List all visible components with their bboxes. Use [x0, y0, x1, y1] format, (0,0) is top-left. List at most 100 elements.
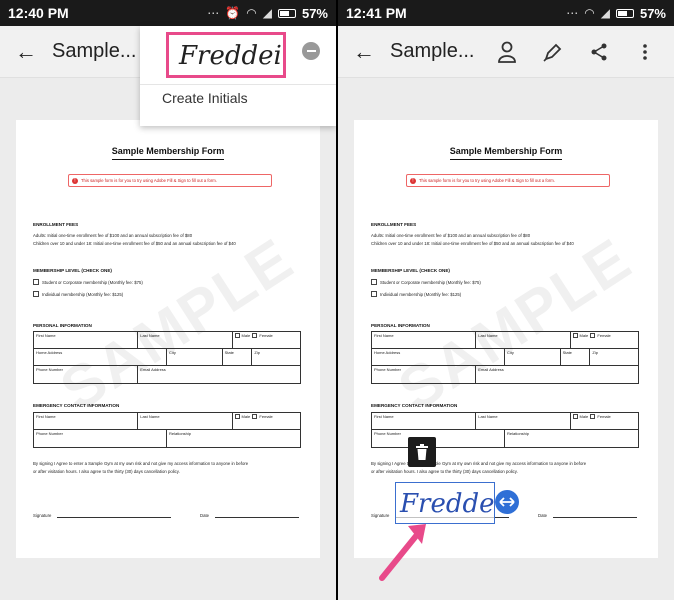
last-name-field[interactable]: Last Name — [138, 332, 233, 348]
signature-label: Signature — [33, 513, 52, 518]
document-title: Sample... — [390, 40, 475, 62]
emergency-first-name-field[interactable]: First Name — [372, 413, 477, 429]
personal-info-table: First Name Last Name Male Female Home Ad… — [371, 331, 639, 384]
date-line[interactable] — [553, 510, 638, 518]
male-checkbox[interactable] — [234, 333, 240, 339]
female-checkbox[interactable] — [590, 414, 596, 420]
cell-signal-icon: ◢ — [262, 6, 272, 20]
home-address-field[interactable]: Home Address — [372, 349, 505, 365]
email-field[interactable]: Email Address — [476, 366, 638, 383]
membership-option[interactable]: Individual membership (Monthly fee: $125… — [33, 291, 123, 297]
personal-heading: PERSONAL INFORMATION — [371, 323, 430, 328]
trash-icon — [416, 444, 428, 460]
share-icon[interactable] — [576, 26, 622, 78]
emergency-last-name-field[interactable]: Last Name — [476, 413, 571, 429]
form-title: Sample Membership Form — [449, 146, 563, 160]
emergency-phone-field[interactable]: Phone Number — [34, 430, 167, 447]
wifi-icon: ◠ — [584, 6, 595, 20]
signal-icon: ⋯ — [566, 6, 579, 20]
battery-percent: 57% — [639, 5, 666, 21]
membership-option[interactable]: Individual membership (Monthly fee: $125… — [371, 291, 461, 297]
female-checkbox[interactable] — [252, 414, 258, 420]
membership-heading: MEMBERSHIP LEVEL (CHECK ONE) — [371, 268, 450, 273]
person-icon[interactable] — [484, 26, 530, 78]
emergency-phone-field[interactable]: Phone Number — [372, 430, 505, 447]
emergency-heading: EMERGENCY CONTACT INFORMATION — [33, 403, 120, 408]
membership-option[interactable]: Student or Corporate membership (Monthly… — [371, 279, 481, 285]
battery-icon — [277, 8, 296, 18]
date-row: Date — [200, 510, 300, 518]
checkbox[interactable] — [33, 291, 39, 297]
male-checkbox[interactable] — [234, 414, 240, 420]
wifi-icon: ◠ — [246, 6, 257, 20]
female-checkbox[interactable] — [252, 333, 258, 339]
home-address-field[interactable]: Home Address — [34, 349, 167, 365]
enrollment-line: Adults: Initial one-time enrollment fee … — [371, 233, 531, 238]
date-line[interactable] — [215, 510, 300, 518]
resize-handle-icon[interactable] — [495, 490, 519, 514]
state-field[interactable]: State — [223, 349, 253, 365]
relationship-field[interactable]: Relationship — [505, 430, 638, 447]
personal-info-table: First Name Last Name Male Female Home Ad… — [33, 331, 301, 384]
back-arrow-icon[interactable]: ← — [338, 39, 390, 65]
document-title: Sample... — [52, 40, 137, 62]
city-field[interactable]: City — [167, 349, 223, 365]
agreement-line: By signing I Agree to enter a Sample Gym… — [33, 461, 249, 466]
state-field[interactable]: State — [561, 349, 591, 365]
enrollment-heading: ENROLLMENT FEES — [33, 222, 79, 227]
delete-signature-button[interactable] — [408, 437, 436, 467]
date-row: Date — [538, 510, 638, 518]
signature-popup-menu: Freddei Create Initials — [140, 26, 336, 126]
zip-field[interactable]: Zip — [590, 349, 638, 365]
male-checkbox[interactable] — [572, 414, 578, 420]
phone-field[interactable]: Phone Number — [372, 366, 477, 383]
first-name-field[interactable]: First Name — [372, 332, 477, 348]
phone-field[interactable]: Phone Number — [34, 366, 139, 383]
app-bar: ← Sample... — [338, 26, 674, 78]
remove-signature-icon[interactable] — [302, 42, 320, 60]
pen-icon[interactable] — [530, 26, 576, 78]
female-checkbox[interactable] — [590, 333, 596, 339]
enrollment-heading: ENROLLMENT FEES — [371, 222, 417, 227]
svg-text:Freddei: Freddei — [178, 41, 282, 71]
form-title: Sample Membership Form — [111, 146, 225, 160]
membership-option[interactable]: Student or Corporate membership (Monthly… — [33, 279, 143, 285]
membership-heading: MEMBERSHIP LEVEL (CHECK ONE) — [33, 268, 112, 273]
signal-icon: ⋯ — [207, 6, 220, 20]
zip-field[interactable]: Zip — [252, 349, 300, 365]
emergency-last-name-field[interactable]: Last Name — [138, 413, 233, 429]
personal-heading: PERSONAL INFORMATION — [33, 323, 92, 328]
first-name-field[interactable]: First Name — [34, 332, 139, 348]
city-field[interactable]: City — [505, 349, 561, 365]
saved-signature[interactable]: Freddei — [166, 32, 286, 78]
male-checkbox[interactable] — [572, 333, 578, 339]
date-label: Date — [200, 513, 210, 518]
status-bar: 12:41 PM ⋯ ◠ ◢ 57% — [338, 0, 674, 26]
agreement-line: or after visitation hours. I also agree … — [371, 469, 518, 474]
last-name-field[interactable]: Last Name — [476, 332, 571, 348]
checkbox[interactable] — [33, 279, 39, 285]
signature-row: Signature — [33, 510, 172, 518]
alarm-icon: ⏰ — [225, 6, 241, 20]
battery-percent: 57% — [301, 5, 328, 21]
create-initials-item[interactable]: Create Initials — [162, 90, 248, 106]
cell-signal-icon: ◢ — [600, 6, 610, 20]
emergency-first-name-field[interactable]: First Name — [34, 413, 139, 429]
sample-notice: This sample form is for you to try using… — [406, 174, 610, 187]
agreement-line: or after visitation hours. I also agree … — [33, 469, 180, 474]
signature-line[interactable] — [57, 510, 172, 518]
document-page[interactable]: SAMPLE Sample Membership Form This sampl… — [16, 120, 320, 558]
more-menu-icon[interactable] — [622, 26, 668, 78]
signature-graphic: Freddei — [178, 41, 282, 71]
checkbox[interactable] — [371, 279, 377, 285]
back-arrow-icon[interactable]: ← — [0, 39, 52, 65]
email-field[interactable]: Email Address — [138, 366, 300, 383]
checkbox[interactable] — [371, 291, 377, 297]
emergency-heading: EMERGENCY CONTACT INFORMATION — [371, 403, 458, 408]
relationship-field[interactable]: Relationship — [167, 430, 300, 447]
status-time: 12:40 PM — [8, 5, 69, 21]
pointer-arrow — [379, 524, 426, 581]
date-label: Date — [538, 513, 548, 518]
enrollment-line: Children over 10 and under 18: Initial o… — [371, 241, 574, 246]
left-screen: 12:40 PM ⋯ ⏰ ◠ ◢ 57% ← Sample... SAMPLE … — [0, 0, 336, 600]
